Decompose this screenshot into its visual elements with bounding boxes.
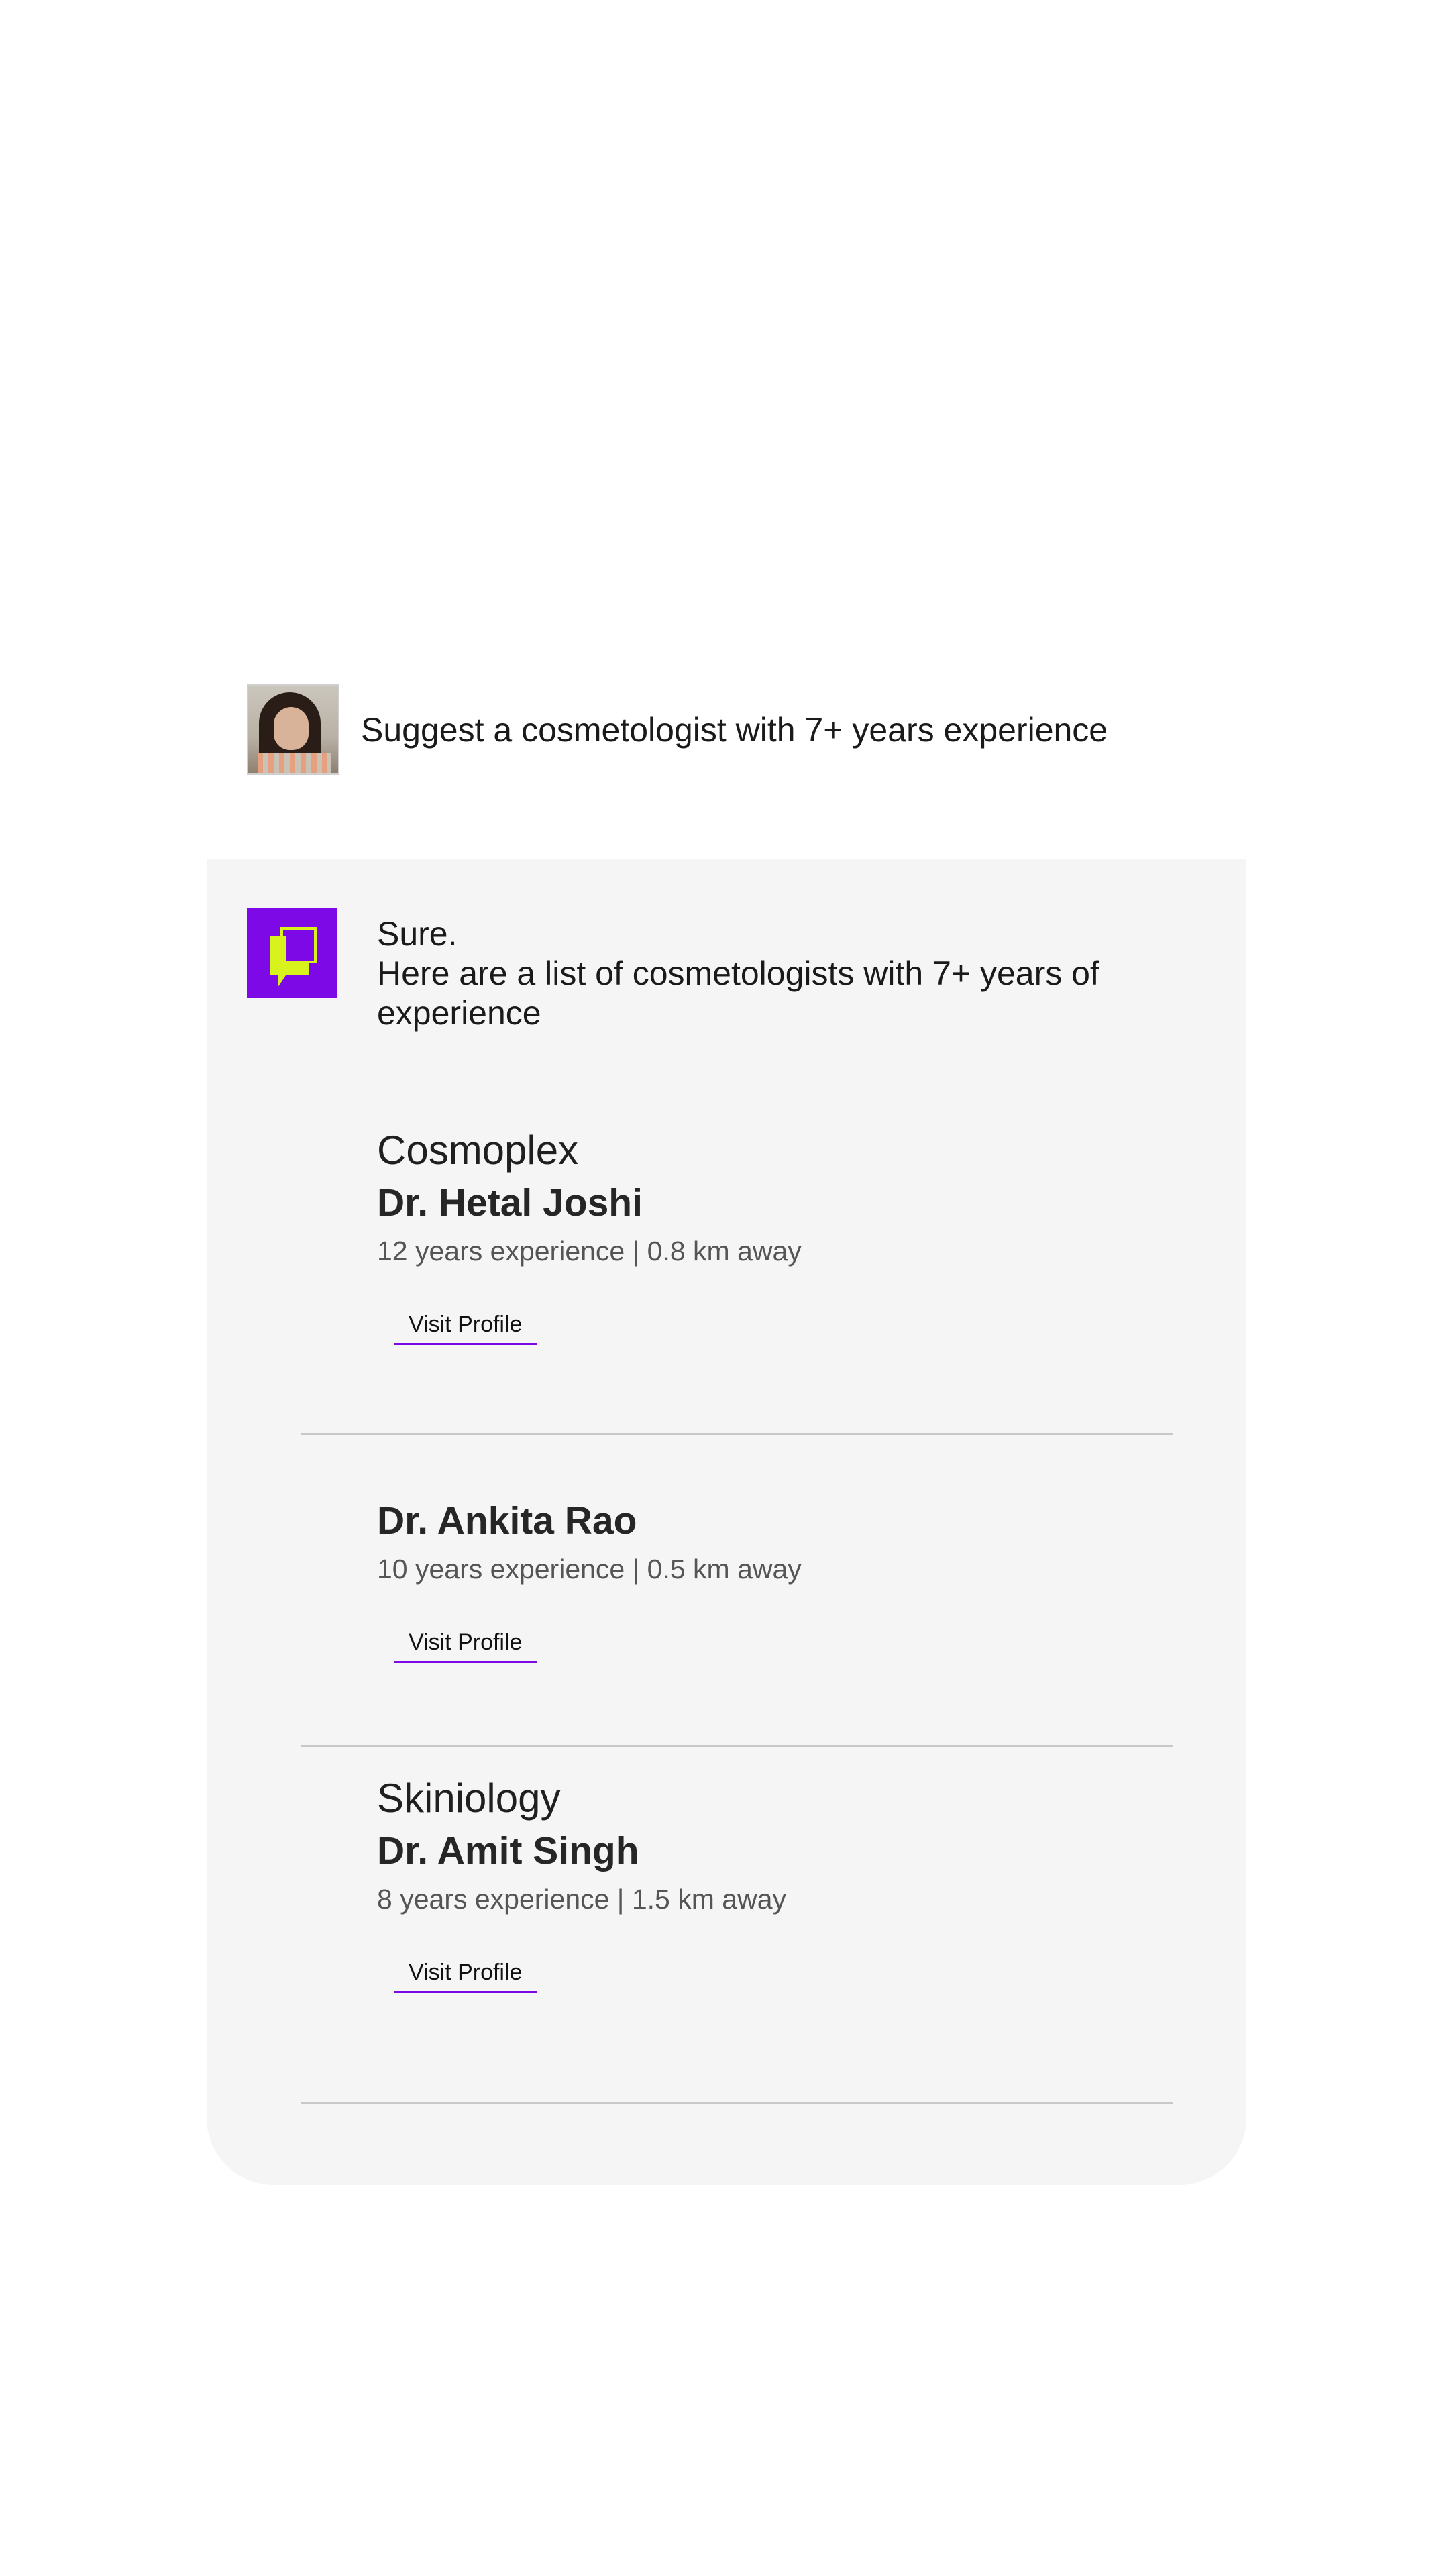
doctor-name: Dr. Ankita Rao	[377, 1499, 637, 1542]
visit-profile-button[interactable]: Visit Profile	[394, 1960, 537, 1993]
doctor-name: Dr. Hetal Joshi	[377, 1181, 643, 1224]
user-message-text: Suggest a cosmetologist with 7+ years ex…	[361, 710, 1108, 749]
divider	[301, 1433, 1173, 1435]
visit-profile-button[interactable]: Visit Profile	[394, 1311, 537, 1345]
result-item: Cosmoplex Dr. Hetal Joshi 12 years exper…	[377, 1126, 802, 1345]
chat-bubble-logo-icon	[247, 908, 337, 998]
bot-reply-card: Sure. Here are a list of cosmetologists …	[207, 859, 1246, 2185]
bot-intro-text: Sure. Here are a list of cosmetologists …	[377, 914, 1115, 1033]
doctor-meta: 8 years experience | 1.5 km away	[377, 1884, 786, 1915]
chat-page: Suggest a cosmetologist with 7+ years ex…	[0, 0, 1449, 2576]
bot-intro-line1: Sure.	[377, 915, 458, 953]
result-item: Skiniology Dr. Amit Singh 8 years experi…	[377, 1774, 786, 1993]
divider	[301, 2102, 1173, 2104]
doctor-meta: 10 years experience | 0.5 km away	[377, 1554, 802, 1585]
doctor-meta: 12 years experience | 0.8 km away	[377, 1236, 802, 1267]
user-message-row: Suggest a cosmetologist with 7+ years ex…	[247, 684, 1108, 775]
visit-profile-button[interactable]: Visit Profile	[394, 1629, 537, 1663]
divider	[301, 1745, 1173, 1747]
doctor-name: Dr. Amit Singh	[377, 1829, 639, 1872]
bot-intro-line2: Here are a list of cosmetologists with 7…	[377, 955, 1099, 1032]
user-avatar	[247, 684, 339, 775]
clinic-name: Cosmoplex	[377, 1128, 579, 1173]
clinic-name: Skiniology	[377, 1776, 561, 1821]
result-item: Dr. Ankita Rao 10 years experience | 0.5…	[377, 1497, 802, 1663]
